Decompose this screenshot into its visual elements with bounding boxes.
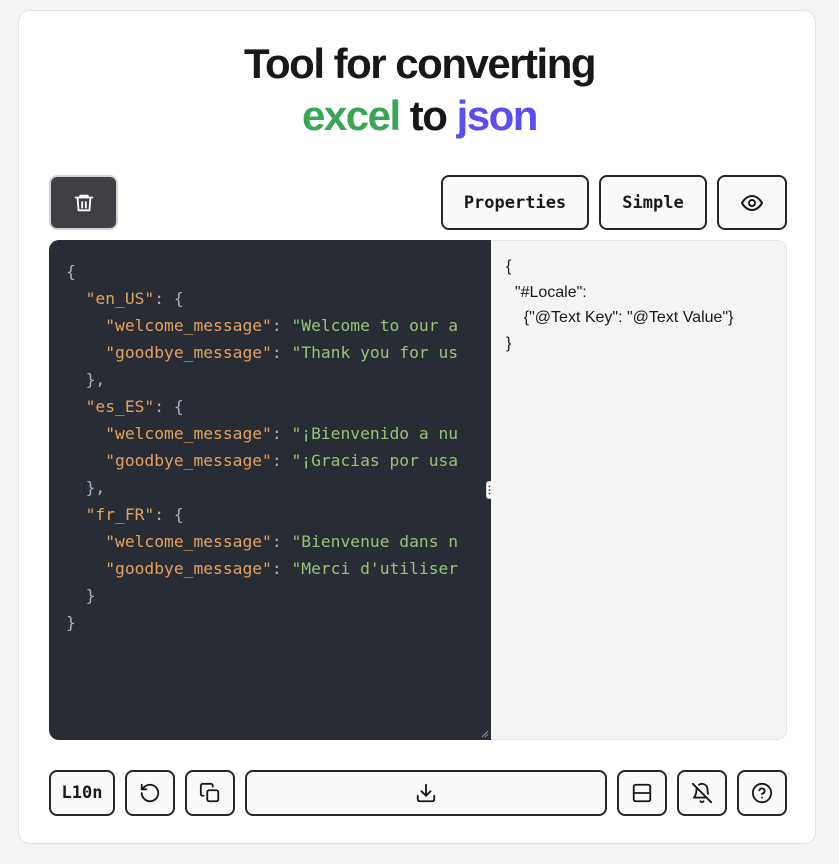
json-punctuation <box>66 289 86 308</box>
json-punctuation: : { <box>154 397 184 416</box>
json-string: "¡Bienvenido a nu <box>291 424 459 443</box>
copy-button[interactable] <box>185 770 235 816</box>
json-punctuation <box>66 559 105 578</box>
json-punctuation <box>66 532 105 551</box>
help-button[interactable] <box>737 770 787 816</box>
code-line: "welcome_message": "Bienvenue dans n <box>66 528 491 555</box>
json-punctuation <box>66 505 86 524</box>
json-punctuation: : <box>271 559 292 578</box>
json-punctuation: }, <box>66 478 106 497</box>
json-punctuation <box>66 424 105 443</box>
download-icon <box>416 783 436 803</box>
json-punctuation: } <box>66 586 96 605</box>
json-punctuation: : <box>271 424 292 443</box>
json-punctuation: : <box>271 451 292 470</box>
format-preview-panel: { "#Locale": {"@Text Key": "@Text Value"… <box>491 240 787 740</box>
json-key: "fr_FR" <box>85 505 155 524</box>
json-punctuation <box>66 451 105 470</box>
code-line: "en_US": { <box>66 285 491 312</box>
trash-icon <box>74 194 93 211</box>
json-key: "welcome_message" <box>105 316 272 335</box>
json-code[interactable]: { "en_US": { "welcome_message": "Welcome… <box>49 240 491 636</box>
download-button[interactable] <box>245 770 607 816</box>
bell-off-icon <box>691 782 713 804</box>
delete-button[interactable] <box>49 175 118 230</box>
properties-button[interactable]: Properties <box>441 175 589 230</box>
copy-icon <box>199 782 220 803</box>
json-key: "goodbye_message" <box>105 559 272 578</box>
notifications-toggle-button[interactable] <box>677 770 727 816</box>
eye-icon <box>741 194 763 211</box>
code-line: "goodbye_message": "¡Gracias por usa <box>66 447 491 474</box>
json-string: "Thank you for us <box>291 343 459 362</box>
json-punctuation: }, <box>66 370 106 389</box>
simple-button[interactable]: Simple <box>599 175 707 230</box>
help-circle-icon <box>751 782 773 804</box>
code-line: } <box>66 582 491 609</box>
title-line-1: Tool for converting <box>243 40 597 87</box>
json-key: "en_US" <box>85 289 155 308</box>
json-punctuation: : { <box>154 289 184 308</box>
json-string: "Bienvenue dans n <box>291 532 459 551</box>
title-word-json: json <box>456 92 539 139</box>
json-string: "¡Gracias por usa <box>291 451 459 470</box>
code-line: "goodbye_message": "Merci d'utiliser <box>66 555 491 582</box>
l10n-button[interactable]: L10n <box>49 770 115 816</box>
code-line: "welcome_message": "Welcome to our a <box>66 312 491 339</box>
title-word-excel: excel <box>302 92 401 139</box>
code-line: "fr_FR": { <box>66 501 491 528</box>
code-line: }, <box>66 366 491 393</box>
title-line-2: excel to json <box>0 90 839 142</box>
json-key: "goodbye_message" <box>105 451 272 470</box>
json-key: "welcome_message" <box>105 532 272 551</box>
json-key: "es_ES" <box>85 397 155 416</box>
layout-toggle-button[interactable] <box>617 770 667 816</box>
split-view-icon <box>632 783 652 803</box>
resize-grip-icon[interactable] <box>481 730 489 738</box>
json-punctuation: : { <box>154 505 184 524</box>
code-line: { <box>66 258 491 285</box>
json-punctuation: { <box>66 262 76 281</box>
json-punctuation: : <box>271 316 292 335</box>
json-punctuation <box>66 343 105 362</box>
page-title: Tool for converting excel to json <box>0 38 839 142</box>
title-word-to: to <box>409 92 448 139</box>
json-key: "welcome_message" <box>105 424 272 443</box>
preview-toggle-button[interactable] <box>717 175 787 230</box>
json-punctuation: } <box>66 613 76 632</box>
json-punctuation: : <box>271 532 292 551</box>
json-key: "goodbye_message" <box>105 343 272 362</box>
code-line: "es_ES": { <box>66 393 491 420</box>
json-punctuation <box>66 316 105 335</box>
code-line: } <box>66 609 491 636</box>
json-punctuation: : <box>271 343 292 362</box>
rotate-ccw-icon <box>140 783 160 803</box>
json-punctuation <box>66 397 86 416</box>
format-preview-text: { "#Locale": {"@Text Key": "@Text Value"… <box>506 258 734 352</box>
json-editor[interactable]: { "en_US": { "welcome_message": "Welcome… <box>49 240 491 740</box>
code-line: "welcome_message": "¡Bienvenido a nu <box>66 420 491 447</box>
json-string: "Welcome to our a <box>291 316 459 335</box>
code-line: }, <box>66 474 491 501</box>
json-string: "Merci d'utiliser <box>291 559 459 578</box>
code-line: "goodbye_message": "Thank you for us <box>66 339 491 366</box>
reset-button[interactable] <box>125 770 175 816</box>
